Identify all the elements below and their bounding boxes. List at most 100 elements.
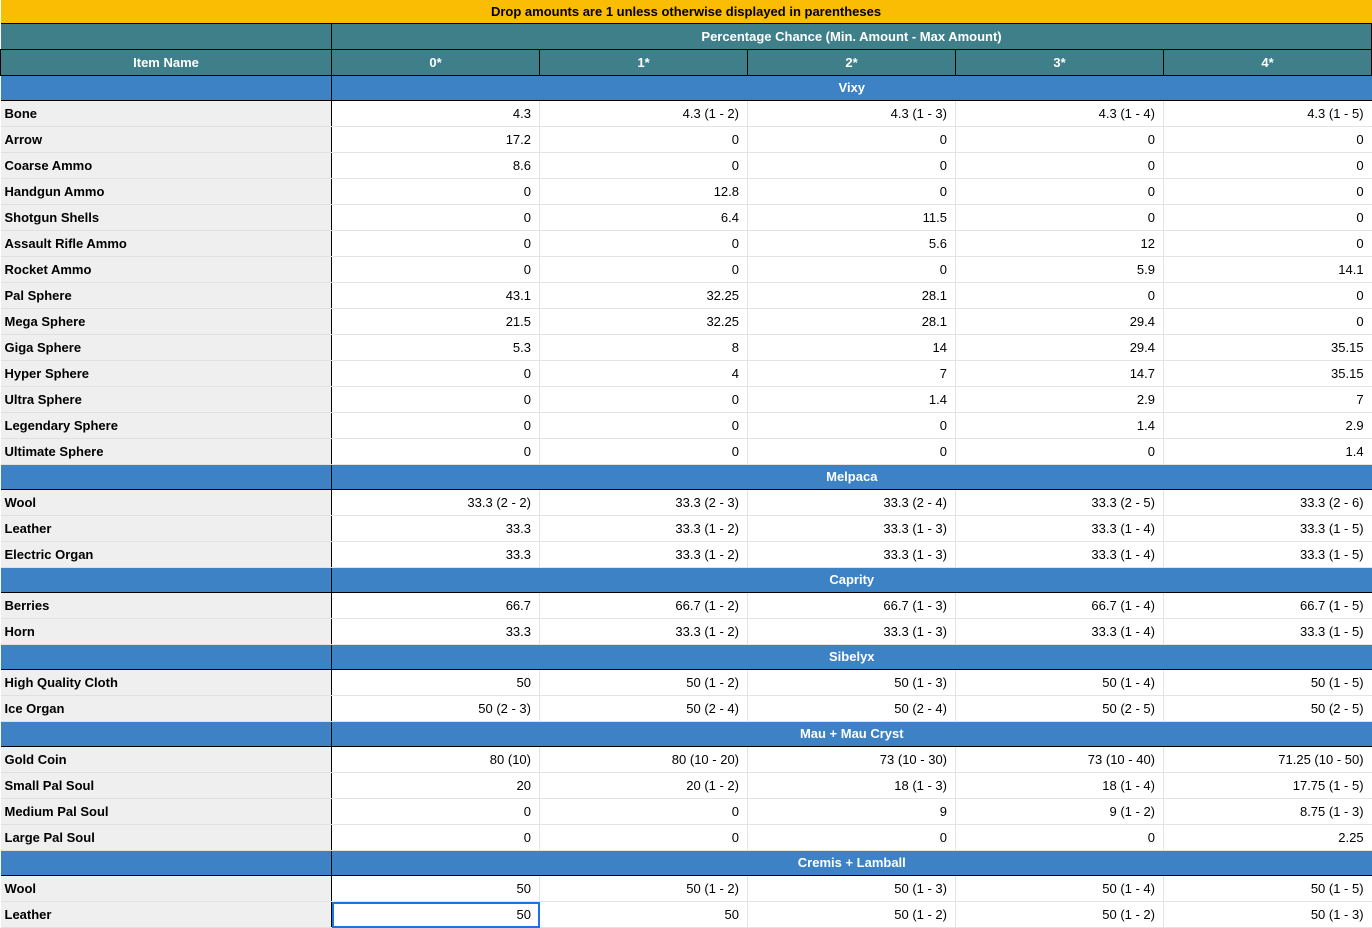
value-cell[interactable]: 50 (1 - 3) — [747, 875, 956, 902]
item-name-cell[interactable]: Electric Organ — [0, 541, 332, 568]
value-cell[interactable]: 2.9 — [1163, 412, 1372, 439]
value-cell[interactable]: 50 (1 - 5) — [1163, 669, 1372, 696]
value-cell[interactable]: 50 (1 - 2) — [955, 901, 1164, 928]
value-cell[interactable]: 0 — [1163, 308, 1372, 335]
value-cell[interactable]: 50 (1 - 5) — [1163, 875, 1372, 902]
value-cell[interactable]: 12 — [955, 230, 1164, 257]
value-cell[interactable]: 5.6 — [747, 230, 956, 257]
item-name-cell[interactable]: Mega Sphere — [0, 308, 332, 335]
value-cell[interactable]: 2.9 — [955, 386, 1164, 413]
value-cell[interactable]: 0 — [539, 152, 748, 179]
value-cell[interactable]: 66.7 (1 - 4) — [955, 592, 1164, 619]
value-cell[interactable]: 80 (10 - 20) — [539, 746, 748, 773]
item-name-cell[interactable]: Medium Pal Soul — [0, 798, 332, 825]
value-cell[interactable]: 0 — [955, 438, 1164, 465]
value-cell[interactable]: 17.2 — [331, 126, 540, 153]
value-cell[interactable]: 50 (2 - 4) — [539, 695, 748, 722]
value-cell[interactable]: 33.3 (1 - 2) — [539, 515, 748, 542]
item-name-cell[interactable]: High Quality Cloth — [0, 669, 332, 696]
value-cell[interactable]: 33.3 (1 - 5) — [1163, 541, 1372, 568]
value-cell[interactable]: 33.3 (2 - 4) — [747, 489, 956, 516]
value-cell[interactable]: 6.4 — [539, 204, 748, 231]
value-cell[interactable]: 28.1 — [747, 308, 956, 335]
table-row[interactable]: Ultimate Sphere 0 0 0 0 1.4 — [0, 438, 1372, 465]
value-cell[interactable]: 50 — [331, 669, 540, 696]
value-cell[interactable]: 1.4 — [955, 412, 1164, 439]
value-cell[interactable]: 5.3 — [331, 334, 540, 361]
value-cell[interactable]: 33.3 (2 - 6) — [1163, 489, 1372, 516]
value-cell[interactable]: 73 (10 - 30) — [747, 746, 956, 773]
table-row[interactable]: Legendary Sphere 0 0 0 1.4 2.9 — [0, 412, 1372, 439]
value-cell[interactable]: 32.25 — [539, 282, 748, 309]
table-row[interactable]: Handgun Ammo 0 12.8 0 0 0 — [0, 178, 1372, 205]
value-cell[interactable]: 0 — [1163, 282, 1372, 309]
table-row[interactable]: Large Pal Soul 0 0 0 0 2.25 — [0, 824, 1372, 851]
value-cell[interactable]: 0 — [331, 412, 540, 439]
table-row[interactable]: Assault Rifle Ammo 0 0 5.6 12 0 — [0, 230, 1372, 257]
value-cell[interactable]: 18 (1 - 4) — [955, 772, 1164, 799]
value-cell[interactable]: 28.1 — [747, 282, 956, 309]
value-cell[interactable]: 14 — [747, 334, 956, 361]
value-cell[interactable]: 32.25 — [539, 308, 748, 335]
value-cell[interactable]: 33.3 (2 - 2) — [331, 489, 540, 516]
table-row[interactable]: High Quality Cloth 50 50 (1 - 2) 50 (1 - 3)… — [0, 669, 1372, 696]
table-row[interactable]: Pal Sphere 43.1 32.25 28.1 0 0 — [0, 282, 1372, 309]
value-cell[interactable]: 0 — [539, 798, 748, 825]
table-row[interactable]: Leather 33.3 33.3 (1 - 2) 33.3 (1 - 3) 33.3 … — [0, 515, 1372, 542]
item-name-cell[interactable]: Coarse Ammo — [0, 152, 332, 179]
value-cell[interactable]: 0 — [539, 256, 748, 283]
table-row[interactable]: Hyper Sphere 0 4 7 14.7 35.15 — [0, 360, 1372, 387]
value-cell[interactable]: 33.3 (1 - 4) — [955, 618, 1164, 645]
table-row[interactable]: Electric Organ 33.3 33.3 (1 - 2) 33.3 (1 - … — [0, 541, 1372, 568]
table-row[interactable]: Berries 66.7 66.7 (1 - 2) 66.7 (1 - 3) 66.7 … — [0, 592, 1372, 619]
value-cell[interactable]: 33.3 (1 - 4) — [955, 541, 1164, 568]
value-cell[interactable]: 9 — [747, 798, 956, 825]
value-cell[interactable]: 0 — [747, 824, 956, 851]
value-cell[interactable]: 0 — [1163, 152, 1372, 179]
value-cell[interactable]: 0 — [747, 126, 956, 153]
value-cell[interactable]: 0 — [539, 824, 748, 851]
value-cell[interactable]: 50 (2 - 4) — [747, 695, 956, 722]
value-cell[interactable]: 50 (2 - 3) — [331, 695, 540, 722]
value-cell[interactable]: 1.4 — [1163, 438, 1372, 465]
value-cell[interactable]: 20 — [331, 772, 540, 799]
value-cell[interactable]: 0 — [1163, 126, 1372, 153]
item-name-cell[interactable]: Pal Sphere — [0, 282, 332, 309]
value-cell[interactable]: 33.3 (1 - 5) — [1163, 515, 1372, 542]
value-cell[interactable]: 14.1 — [1163, 256, 1372, 283]
value-cell[interactable]: 33.3 (1 - 2) — [539, 618, 748, 645]
value-cell[interactable]: 0 — [747, 178, 956, 205]
value-cell[interactable]: 0 — [331, 798, 540, 825]
value-cell[interactable]: 4.3 (1 - 5) — [1163, 100, 1372, 127]
value-cell[interactable]: 0 — [747, 152, 956, 179]
item-name-cell[interactable]: Leather — [0, 901, 332, 928]
value-cell[interactable]: 0 — [1163, 204, 1372, 231]
value-cell[interactable]: 0 — [955, 204, 1164, 231]
value-cell[interactable]: 8.75 (1 - 3) — [1163, 798, 1372, 825]
value-cell[interactable]: 50 (1 - 3) — [1163, 901, 1372, 928]
table-row[interactable]: Ice Organ 50 (2 - 3) 50 (2 - 4) 50 (2 - 4) 5… — [0, 695, 1372, 722]
value-cell[interactable]: 50 (1 - 3) — [747, 669, 956, 696]
value-cell[interactable]: 5.9 — [955, 256, 1164, 283]
item-name-cell[interactable]: Small Pal Soul — [0, 772, 332, 799]
value-cell[interactable]: 50 — [331, 875, 540, 902]
value-cell[interactable]: 35.15 — [1163, 360, 1372, 387]
value-cell[interactable]: 8.6 — [331, 152, 540, 179]
table-row[interactable]: Bone 4.3 4.3 (1 - 2) 4.3 (1 - 3) 4.3 (1 - 4)… — [0, 100, 1372, 127]
value-cell[interactable]: 43.1 — [331, 282, 540, 309]
table-row[interactable]: Medium Pal Soul 0 0 9 9 (1 - 2) 8.75 (1 - 3) — [0, 798, 1372, 825]
value-cell[interactable]: 50 (2 - 5) — [955, 695, 1164, 722]
value-cell[interactable]: 0 — [747, 256, 956, 283]
value-cell[interactable]: 0 — [747, 438, 956, 465]
value-cell[interactable]: 33.3 (1 - 2) — [539, 541, 748, 568]
item-name-cell[interactable]: Horn — [0, 618, 332, 645]
value-cell[interactable]: 0 — [331, 256, 540, 283]
value-cell[interactable]: 73 (10 - 40) — [955, 746, 1164, 773]
value-cell[interactable]: 4.3 (1 - 4) — [955, 100, 1164, 127]
item-name-cell[interactable]: Shotgun Shells — [0, 204, 332, 231]
item-name-cell[interactable]: Bone — [0, 100, 332, 127]
value-cell[interactable]: 9 (1 - 2) — [955, 798, 1164, 825]
value-cell[interactable]: 66.7 — [331, 592, 540, 619]
item-name-cell[interactable]: Handgun Ammo — [0, 178, 332, 205]
value-cell[interactable]: 50 (1 - 2) — [747, 901, 956, 928]
